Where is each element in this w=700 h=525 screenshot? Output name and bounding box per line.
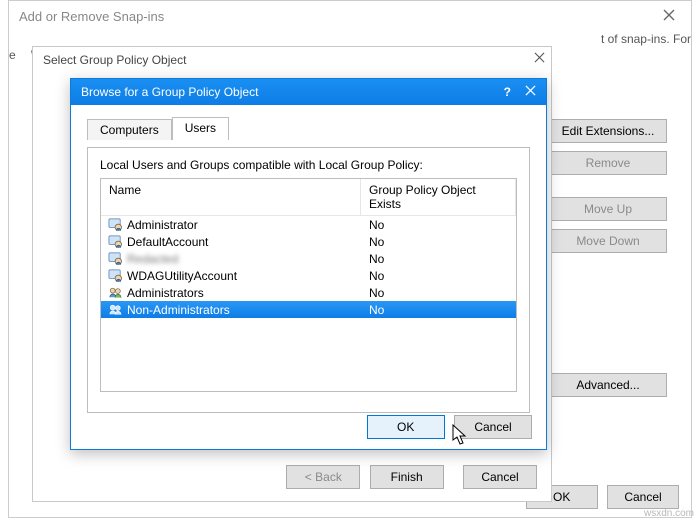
list-item-name: Administrator [127,218,198,232]
tab-users-panel: Local Users and Groups compatible with L… [87,147,530,413]
cancel-button[interactable]: Cancel [607,485,679,509]
body-text-fragment: t of snap-ins. For [601,32,691,46]
list-item-name: DefaultAccount [127,235,208,249]
list-item[interactable]: Administrators No [101,284,516,301]
browse-gpo-title: Browse for a Group Policy Object [81,85,258,99]
edit-extensions-button[interactable]: Edit Extensions... [549,119,667,143]
watermark: wsxdn.com [644,508,694,519]
list-item[interactable]: Non-Administrators No [101,301,516,318]
column-name[interactable]: Name [101,179,361,215]
select-gpo-footer: < Back Finish Cancel [280,465,537,489]
list-item-name: Non-Administrators [127,303,230,317]
add-remove-snapins-title: Add or Remove Snap-ins [9,1,691,32]
ok-button[interactable]: OK [367,415,445,439]
user-icon [107,217,123,233]
browse-gpo-dialog: Browse for a Group Policy Object ? Compu… [70,78,547,450]
select-gpo-title-text: Select Group Policy Object [43,53,186,67]
browse-gpo-footer: OK Cancel [361,415,532,439]
list-item[interactable]: Redacted No [101,250,516,267]
browse-gpo-body: Computers Users Local Users and Groups c… [71,105,546,421]
list-item-gpo: No [361,218,516,232]
move-up-button[interactable]: Move Up [549,197,667,221]
list-item-name: Redacted [127,252,178,266]
users-listview[interactable]: Name Group Policy Object Exists Administ… [100,178,517,392]
list-item-name: Administrators [127,286,204,300]
column-gpo-exists[interactable]: Group Policy Object Exists [361,179,516,215]
list-item[interactable]: Administrator No [101,216,516,233]
back-button[interactable]: < Back [286,465,360,489]
cancel-button[interactable]: Cancel [463,465,537,489]
list-item-gpo: No [361,235,516,249]
list-item-gpo: No [361,303,516,317]
tab-computers[interactable]: Computers [87,119,172,140]
snapin-actions-column: Edit Extensions... Remove Move Up Move D… [549,119,669,405]
list-item-name: WDAGUtilityAccount [127,269,237,283]
move-down-button[interactable]: Move Down [549,229,667,253]
user-icon [107,234,123,250]
close-icon[interactable] [534,52,545,66]
list-item[interactable]: DefaultAccount No [101,233,516,250]
finish-button[interactable]: Finish [370,465,444,489]
list-item[interactable]: WDAGUtilityAccount No [101,267,516,284]
select-gpo-title: Select Group Policy Object [33,47,551,73]
list-item-gpo: No [361,286,516,300]
list-item-gpo: No [361,252,516,266]
remove-button[interactable]: Remove [549,151,667,175]
group-icon [107,302,123,318]
body-text-fragment2: e [9,48,16,62]
group-icon [107,285,123,301]
browse-gpo-tabs: Computers Users [87,117,530,140]
user-icon [107,268,123,284]
listview-header: Name Group Policy Object Exists [101,179,516,216]
browse-gpo-titlebar: Browse for a Group Policy Object ? [71,79,546,105]
help-icon[interactable]: ? [504,85,511,99]
close-icon[interactable] [525,85,536,99]
list-item-gpo: No [361,269,516,283]
user-icon [107,251,123,267]
listview-body: Administrator No DefaultAccount No Redacte… [101,216,516,318]
advanced-button[interactable]: Advanced... [549,373,667,397]
add-remove-snapins-body: t of snap-ins. For e Wel [9,32,691,40]
close-icon[interactable] [651,5,687,28]
tab-users[interactable]: Users [172,117,229,140]
cancel-button[interactable]: Cancel [454,415,532,439]
panel-label: Local Users and Groups compatible with L… [100,158,517,172]
